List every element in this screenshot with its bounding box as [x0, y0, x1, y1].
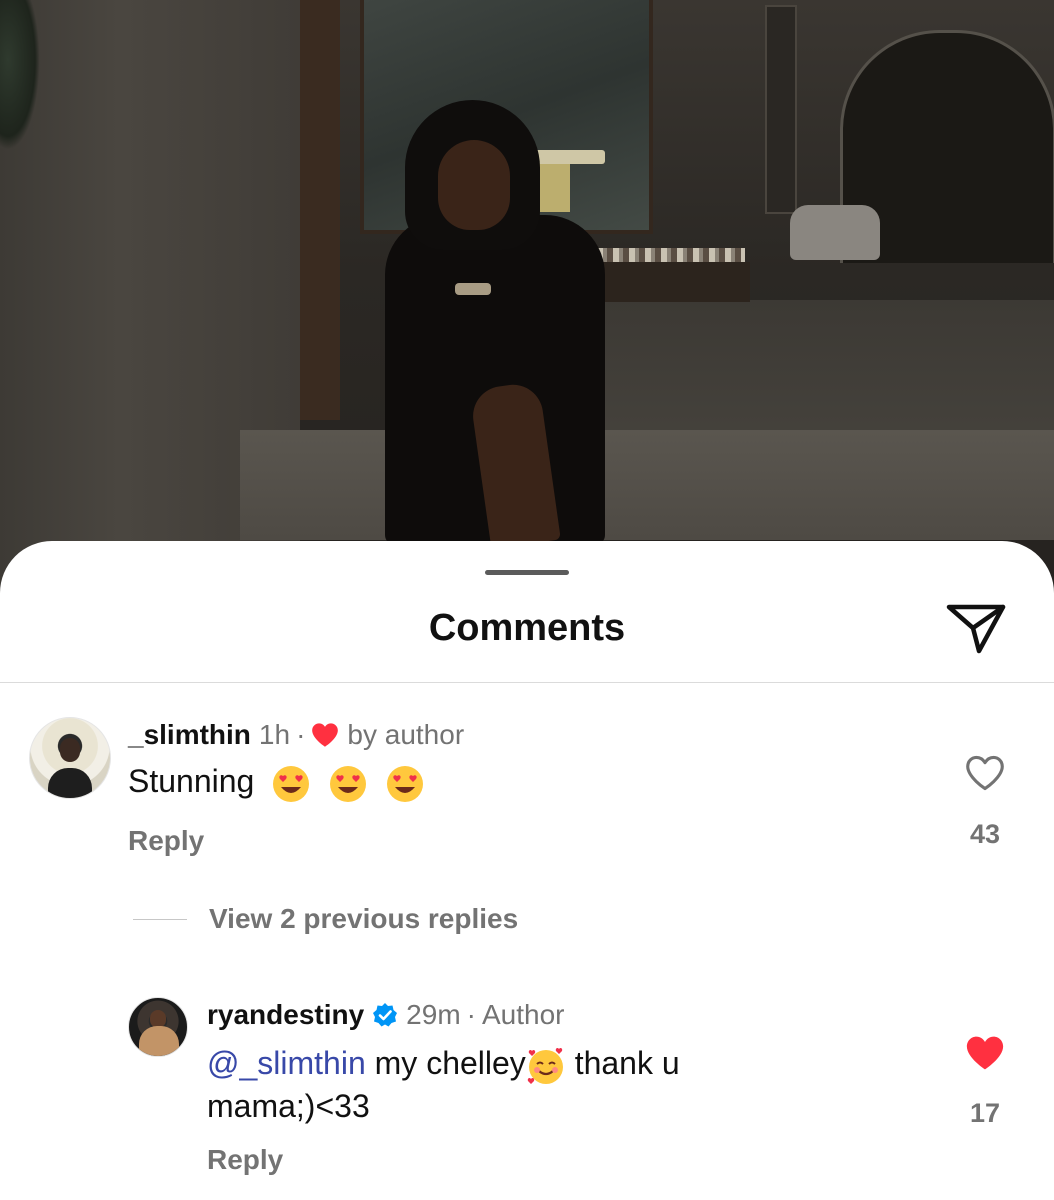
view-replies-label: View 2 previous replies: [209, 903, 519, 934]
like-count: 17: [969, 1098, 1001, 1128]
view-previous-replies[interactable]: View 2 previous replies: [133, 903, 518, 935]
photo-step: [240, 430, 1054, 540]
post-photo: [0, 0, 1054, 600]
paper-plane-icon: [946, 604, 1006, 654]
heart-filled-icon: [966, 1036, 1004, 1070]
replies-line: [133, 918, 187, 920]
like-button-liked[interactable]: [964, 1034, 1006, 1077]
photo-chair: [790, 205, 880, 260]
reply-meta: ryandestiny 29m · Author: [207, 999, 564, 1031]
heart-outline-icon: [966, 755, 1004, 791]
comments-sheet: Comments _slimthin 1h · by author Stunni…: [0, 541, 1054, 1200]
meta-separator: ·: [296, 719, 306, 750]
reply-button[interactable]: Reply: [207, 1144, 283, 1176]
reply-body: @_slimthin my chelley thank u mama;)<33: [207, 1043, 847, 1126]
avatar-body: [139, 1026, 179, 1056]
photo-belt-buckle: [455, 283, 491, 295]
photo-person-face: [438, 140, 510, 230]
author-badge: Author: [481, 999, 565, 1030]
avatar[interactable]: [128, 997, 188, 1057]
avatar-face: [60, 738, 80, 762]
comment-username[interactable]: _slimthin: [128, 719, 251, 751]
photo-plant: [0, 0, 40, 150]
comment-meta: _slimthin 1h · by author: [128, 719, 464, 751]
like-button[interactable]: [964, 754, 1006, 797]
reply-text-line2: mama;)<33: [207, 1087, 370, 1124]
verified-badge-icon: [373, 1003, 398, 1027]
heart-eyes-emoji-icon: [387, 765, 423, 802]
comment-text: Stunning: [128, 763, 255, 799]
heart-eyes-emoji-icon: [273, 765, 310, 802]
share-button[interactable]: [945, 601, 1007, 657]
reply-button[interactable]: Reply: [128, 825, 204, 857]
mention-link[interactable]: @_slimthin: [207, 1045, 366, 1081]
photo-wood-panel: [300, 0, 340, 420]
by-author-label: by author: [347, 719, 465, 750]
smiling-face-with-hearts-emoji-icon: [527, 1047, 563, 1084]
like-count: 43: [969, 819, 1001, 849]
avatar[interactable]: [29, 717, 111, 799]
reply-text-part1: my chelley: [365, 1045, 526, 1081]
avatar-body: [48, 768, 92, 798]
heart-eyes-emoji-icon: [330, 765, 367, 802]
header-divider: [0, 682, 1054, 683]
sheet-drag-handle[interactable]: [485, 570, 569, 575]
reply-text-part2: thank u: [565, 1045, 680, 1081]
comment-body: Stunning: [128, 763, 425, 804]
author-liked-heart-icon: [312, 723, 339, 747]
reply-time: 29m: [406, 999, 461, 1030]
reply-username[interactable]: ryandestiny: [207, 999, 364, 1031]
comment-time: 1h: [258, 719, 291, 750]
meta-separator: ·: [466, 999, 476, 1030]
photo-mirror: [765, 5, 797, 214]
sheet-title: Comments: [428, 607, 626, 649]
